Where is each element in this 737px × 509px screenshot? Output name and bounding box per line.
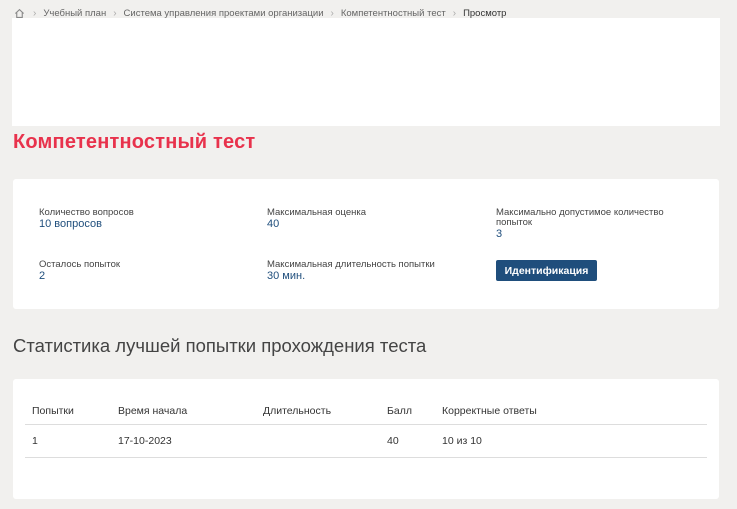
test-info-card: Количество вопросов 10 вопросов Максимал…	[13, 179, 719, 309]
cell-score: 40	[387, 424, 442, 458]
cell-duration	[263, 424, 387, 458]
max-score-field: Максимальная оценка 40	[267, 207, 367, 231]
page-title: Компетентностный тест	[13, 131, 256, 153]
column-header-duration: Длительность	[263, 398, 387, 425]
breadcrumb-item-test[interactable]: Компетентностный тест	[341, 8, 446, 19]
breadcrumb-current: Просмотр	[463, 7, 507, 19]
cell-attempt: 1	[25, 424, 118, 458]
table-row: 1 17-10-2023 40 10 из 10	[25, 424, 707, 458]
max-duration-value: 30 мин.	[267, 270, 306, 282]
questions-count-field: Количество вопросов 10 вопросов	[39, 207, 134, 231]
column-header-start-time: Время начала	[118, 398, 263, 425]
chevron-right-icon: ›	[452, 7, 457, 19]
questions-count-value: 10 вопросов	[39, 218, 102, 230]
breadcrumb-item-course[interactable]: Система управления проектами организации	[124, 8, 324, 19]
column-header-correct-answers: Корректные ответы	[442, 398, 707, 425]
max-score-value: 40	[267, 218, 280, 230]
table-header-row: Попытки Время начала Длительность Балл К…	[25, 398, 707, 425]
chevron-right-icon: ›	[330, 7, 334, 19]
remaining-attempts-label: Осталось попыток	[39, 259, 121, 270]
stats-table: Попытки Время начала Длительность Балл К…	[25, 398, 707, 458]
max-attempts-value: 3	[496, 228, 503, 240]
breadcrumb-item-curriculum[interactable]: Учебный план	[43, 8, 106, 19]
chevron-right-icon: ›	[113, 7, 117, 19]
max-score-label: Максимальная оценка	[267, 207, 367, 218]
stats-card: Попытки Время начала Длительность Балл К…	[13, 379, 719, 499]
stats-section-title: Статистика лучшей попытки прохождения те…	[13, 335, 427, 356]
banner-area	[12, 18, 720, 126]
cell-correct-answers: 10 из 10	[442, 424, 707, 458]
remaining-attempts-value: 2	[39, 270, 46, 282]
remaining-attempts-field: Осталось попыток 2	[39, 259, 121, 283]
questions-count-label: Количество вопросов	[39, 207, 134, 218]
identification-button[interactable]: Идентификация	[496, 260, 597, 281]
cell-start-time: 17-10-2023	[118, 424, 263, 458]
max-attempts-field: Максимально допустимое количество попыто…	[496, 207, 676, 241]
column-header-score: Балл	[387, 398, 442, 425]
max-duration-label: Максимальная длительность попытки	[267, 259, 435, 270]
chevron-right-icon: ›	[33, 7, 37, 19]
max-attempts-label: Максимально допустимое количество попыто…	[496, 207, 664, 228]
column-header-attempts: Попытки	[25, 398, 118, 425]
max-duration-field: Максимальная длительность попытки 30 мин…	[267, 259, 435, 283]
